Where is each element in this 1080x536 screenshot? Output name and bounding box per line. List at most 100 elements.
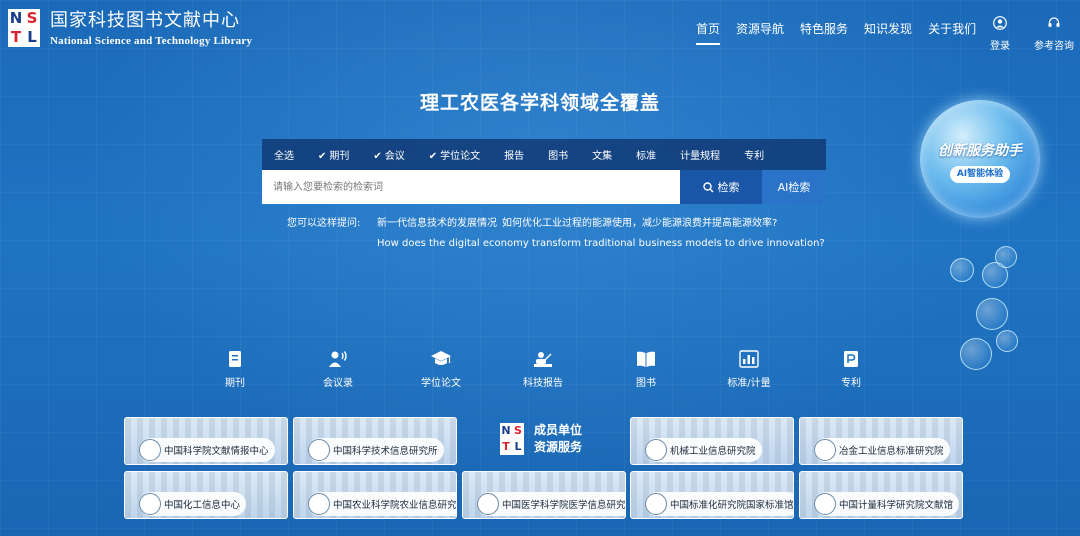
book-icon [637,351,655,367]
nstl-logo-mark: N S T L [8,9,40,47]
search-row: 检索 AI检索 [262,170,826,204]
category-report[interactable]: 科技报告 [513,350,573,389]
user-icon [993,16,1007,30]
filter-metrology[interactable]: 计量规程 [680,147,720,162]
member-card[interactable]: 中国科学技术信息研究所 [293,417,457,465]
filter-standard[interactable]: 标准 [636,147,656,162]
member-label: 中国化工信息中心 [139,492,247,516]
institution-emblem-icon [308,493,330,515]
member-card[interactable]: 中国化工信息中心 [124,471,288,519]
decorative-bubble [996,330,1018,352]
member-card[interactable]: 中国标准化研究院国家标准馆 [630,471,794,519]
member-label: 中国科学院文献情报中心 [139,438,275,462]
login-button[interactable]: 登录 [990,16,1010,52]
headset-icon [1048,17,1060,27]
filter-proceedings[interactable]: 文集 [592,147,612,162]
suggestion-link[interactable]: 新一代信息技术的发展情况 [377,214,497,229]
member-name: 机械工业信息研究院 [670,446,756,457]
filter-label: 学位论文 [440,151,481,162]
main-nav: 首页 资源导航 特色服务 知识发现 关于我们 [688,20,984,45]
logo-letter: T [502,440,510,453]
category-thesis[interactable]: 学位论文 [411,350,471,389]
search-panel: 全选 ✔期刊 ✔会议 ✔学位论文 报告 图书 文集 标准 计量规程 专利 检索 … [262,139,826,204]
filter-patent[interactable]: 专利 [744,147,764,162]
member-label: 中国医学科学院医学信息研究所 [477,492,625,516]
member-label: 冶金工业信息标准研究院 [814,438,950,462]
filter-label: 标准 [636,151,657,162]
search-input[interactable] [262,170,680,204]
member-label: 中国计量科学研究院文献馆 [814,492,960,516]
institution-emblem-icon [645,439,667,461]
category-label: 学位论文 [421,378,461,389]
decorative-bubble [950,258,974,282]
member-label: 中国科学技术信息研究所 [308,438,444,462]
patent-icon [844,351,858,367]
member-name: 中国农业科学院农业信息研究所 [333,500,457,511]
member-name: 中国科学技术信息研究所 [333,446,438,457]
login-label: 登录 [990,41,1010,52]
logo-letter: N [9,9,23,27]
nav-item-about[interactable]: 关于我们 [928,20,976,45]
member-units-title: N S T L 成员单位 资源服务 [500,422,582,456]
check-icon: ✔ [428,151,438,162]
nav-item-home[interactable]: 首页 [696,20,721,45]
institution-emblem-icon [814,493,836,515]
filter-label: 会议 [384,151,405,162]
logo-letter: T [10,28,22,46]
filter-report[interactable]: 报告 [504,147,524,162]
site-logo[interactable]: N S T L 国家科技图书文献中心 National Science and … [8,9,252,47]
member-card[interactable]: 中国农业科学院农业信息研究所 [293,471,457,519]
filter-book[interactable]: 图书 [548,147,568,162]
member-card[interactable]: 冶金工业信息标准研究院 [799,417,963,465]
check-icon: ✔ [318,151,327,162]
filter-label: 文集 [592,151,613,162]
filter-journal[interactable]: ✔ 期刊 [318,147,349,162]
filter-select-all[interactable]: 全选 [274,147,294,162]
innovation-assistant-button[interactable]: 创新服务助手 AI智能体验 [920,100,1040,218]
assistant-title: 创新服务助手 [938,143,1022,159]
consult-button[interactable]: 参考咨询 [1034,16,1074,52]
member-card[interactable]: 中国科学院文献情报中心 [124,417,288,465]
search-button[interactable]: 检索 [680,170,762,204]
category-proceedings[interactable]: 会议录 [308,350,368,389]
site-header: N S T L 国家科技图书文献中心 National Science and … [0,0,1080,60]
logo-letter: S [514,424,522,437]
check-icon: ✔ [373,151,382,162]
ai-search-button[interactable]: AI检索 [762,170,826,204]
category-label: 期刊 [225,378,245,389]
member-title-line: 成员单位 [534,423,583,437]
logo-letter: L [514,440,522,453]
suggest-label: 您可以这样提问: [287,218,361,229]
category-patent[interactable]: 专利 [821,350,881,389]
member-units-text: 成员单位 资源服务 [534,422,582,456]
filter-thesis[interactable]: ✔ 学位论文 [429,147,480,162]
decorative-bubble [976,298,1008,330]
decorative-bubble [960,338,992,370]
nav-item-services[interactable]: 特色服务 [800,20,848,45]
member-name: 中国标准化研究院国家标准馆 [670,500,794,511]
filter-conference[interactable]: ✔ 会议 [373,147,404,162]
assistant-badge: AI智能体验 [950,166,1010,183]
logo-title-en: National Science and Technology Library [50,34,253,47]
category-book[interactable]: 图书 [616,350,676,389]
category-journal[interactable]: 期刊 [205,350,265,389]
suggestion-link[interactable]: 如何优化工业过程的能源使用，减少能源浪费并提高能源效率? [502,214,777,229]
institution-emblem-icon [477,493,499,515]
institution-emblem-icon [139,493,161,515]
member-card[interactable]: 中国医学科学院医学信息研究所 [462,471,626,519]
filter-label: 计量规程 [680,151,721,162]
member-label: 中国标准化研究院国家标准馆 [645,492,794,516]
logo-text: 国家科技图书文献中心 National Science and Technolo… [50,10,252,47]
category-label: 科技报告 [523,378,563,389]
member-card[interactable]: 机械工业信息研究院 [630,417,794,465]
filter-label: 专利 [744,151,765,162]
category-standard[interactable]: 标准/计量 [719,350,779,389]
member-card[interactable]: 中国计量科学研究院文献馆 [799,471,963,519]
nav-item-discovery[interactable]: 知识发现 [864,20,912,45]
search-icon [702,181,714,193]
institution-emblem-icon [645,493,667,515]
member-name: 中国计量科学研究院文献馆 [839,500,954,511]
institution-emblem-icon [308,439,330,461]
suggestion-link[interactable]: How does the digital economy transform t… [377,238,825,249]
nav-item-resources[interactable]: 资源导航 [736,20,784,45]
